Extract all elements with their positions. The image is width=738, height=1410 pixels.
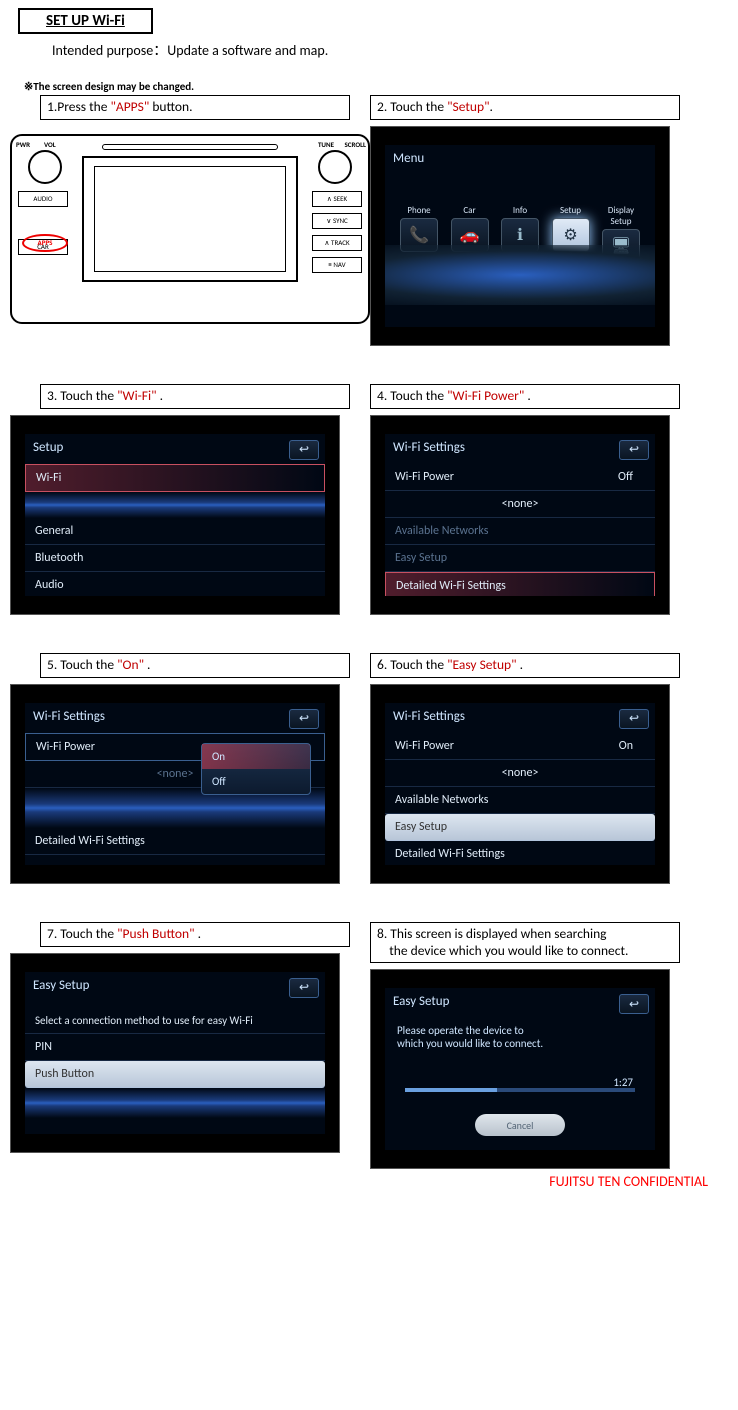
easy-push-row[interactable]: Push Button — [25, 1061, 325, 1088]
step-6: 6. Touch the "Easy Setup" . Wi-Fi Settin… — [370, 653, 738, 884]
screenshot-setup: Setup ↩ Wi-Fi General Bluetooth Audio — [10, 415, 340, 615]
popup-on[interactable]: On — [202, 744, 310, 769]
wifi-power-row[interactable]: Wi-Fi PowerOff — [385, 464, 655, 491]
step-6-caption: 6. Touch the "Easy Setup" . — [370, 653, 680, 678]
wifi-easy-row[interactable]: Easy Setup — [385, 814, 655, 841]
screenshot-menu: Menu Phone📞 Car🚗 Infoℹ Setup⚙ Display Se… — [370, 126, 670, 346]
back-button[interactable]: ↩ — [289, 709, 319, 729]
step-7-caption: 7. Touch the "Push Button" . — [40, 922, 350, 947]
search-msg-1: Please operate the device to — [397, 1024, 643, 1037]
wifi-detailed-row[interactable]: Detailed Wi-Fi Settings — [385, 572, 655, 596]
back-button[interactable]: ↩ — [289, 440, 319, 460]
intended-purpose: Intended purpose：Update a software and m… — [52, 40, 738, 60]
wifi-available-row: Available Networks — [385, 518, 655, 545]
setup-audio-row[interactable]: Audio — [25, 572, 325, 596]
setup-bluetooth-row[interactable]: Bluetooth — [25, 545, 325, 572]
step-3-caption: 3. Touch the "Wi-Fi" . — [40, 384, 350, 409]
screenshot-wifi-settings-on: Wi-Fi Settings ↩ Wi-Fi PowerOn <none> Av… — [370, 684, 670, 884]
page-title: SET UP Wi-Fi — [46, 12, 125, 30]
back-button[interactable]: ↩ — [619, 440, 649, 460]
confidential-footer: FUJITSU TEN CONFIDENTIAL — [0, 1173, 738, 1190]
setup-general-row[interactable]: General — [25, 518, 325, 545]
hw-audio-btn: AUDIO — [18, 191, 68, 207]
step-2: 2. Touch the "Setup". Menu Phone📞 Car🚗 I… — [370, 95, 738, 346]
wifi-available-row[interactable]: Available Networks — [385, 787, 655, 814]
timer: 1:27 — [613, 1076, 633, 1089]
back-button[interactable]: ↩ — [289, 978, 319, 998]
back-button[interactable]: ↩ — [619, 994, 649, 1014]
screenshot-easy-setup-method: Easy Setup ↩ Select a connection method … — [10, 953, 340, 1153]
wifi-easy-row: Easy Setup — [385, 545, 655, 572]
apps-button-highlight[interactable]: APPS — [22, 234, 68, 252]
step-2-caption: 2. Touch the "Setup". — [370, 95, 680, 120]
step-5: 5. Touch the "On" . Wi-Fi Settings ↩ Wi-… — [0, 653, 370, 884]
wifi-detailed-row[interactable]: Detailed Wi-Fi Settings — [25, 828, 325, 855]
wifi-none-row: <none> — [385, 491, 655, 518]
step-3: 3. Touch the "Wi-Fi" . Setup ↩ Wi-Fi Gen… — [0, 384, 370, 615]
cancel-button[interactable]: Cancel — [475, 1114, 565, 1136]
back-button[interactable]: ↩ — [619, 709, 649, 729]
setup-wifi-row[interactable]: Wi-Fi — [25, 464, 325, 492]
wifi-detailed-row[interactable]: Detailed Wi-Fi Settings — [385, 841, 655, 865]
design-change-note: ※The screen design may be changed. — [24, 80, 738, 93]
screenshot-wifi-settings-off: Wi-Fi Settings ↩ Wi-Fi PowerOff <none> A… — [370, 415, 670, 615]
step-1-caption: 1.Press the "APPS" button. — [40, 95, 350, 120]
step-8-caption: 8. This screen is displayed when searchi… — [370, 922, 680, 964]
wifi-power-row[interactable]: Wi-Fi PowerOn — [385, 733, 655, 760]
step-8: 8. This screen is displayed when searchi… — [370, 922, 738, 1170]
screenshot-easy-setup-searching: Easy Setup ↩ Please operate the device t… — [370, 969, 670, 1169]
step-4-caption: 4. Touch the "Wi-Fi Power" . — [370, 384, 680, 409]
step-1: 1.Press the "APPS" button. PWR VOL TUNE … — [0, 95, 370, 346]
screenshot-wifi-power-popup: Wi-Fi Settings ↩ Wi-Fi Power <none> Deta… — [10, 684, 340, 884]
easy-prompt: Select a connection method to use for ea… — [25, 1008, 325, 1034]
popup-off[interactable]: Off — [202, 769, 310, 794]
hardware-drawing: PWR VOL TUNE SCROLL AUDIO CAR APPS ∧ SEE… — [10, 134, 370, 324]
power-popup: On Off — [201, 743, 311, 795]
step-7: 7. Touch the "Push Button" . Easy Setup … — [0, 922, 370, 1170]
search-msg-2: which you would like to connect. — [397, 1037, 643, 1050]
easy-pin-row[interactable]: PIN — [25, 1034, 325, 1061]
title-box: SET UP Wi-Fi — [18, 8, 153, 34]
step-4: 4. Touch the "Wi-Fi Power" . Wi-Fi Setti… — [370, 384, 738, 615]
step-5-caption: 5. Touch the "On" . — [40, 653, 350, 678]
